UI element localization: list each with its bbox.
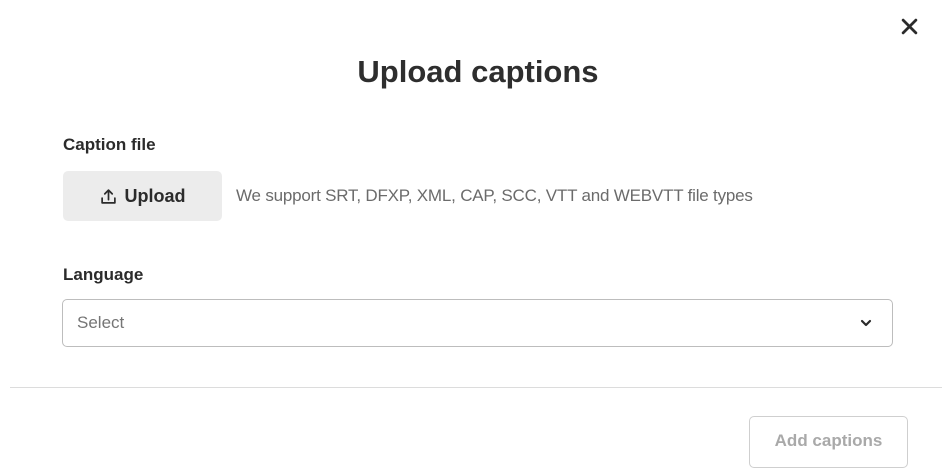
supported-file-types-hint: We support SRT, DFXP, XML, CAP, SCC, VTT… <box>236 186 753 205</box>
dialog-title: Upload captions <box>357 54 599 89</box>
upload-button[interactable]: Upload <box>63 171 222 221</box>
caption-file-row: Upload We support SRT, DFXP, XML, CAP, S… <box>63 171 753 221</box>
add-captions-button[interactable]: Add captions <box>749 416 908 468</box>
footer-divider <box>10 387 942 388</box>
upload-icon <box>100 188 116 204</box>
language-select-placeholder: Select <box>77 313 125 332</box>
close-button[interactable] <box>893 10 925 42</box>
language-select[interactable]: Select <box>62 299 893 347</box>
upload-button-label: Upload <box>124 185 186 206</box>
language-label: Language <box>63 265 144 284</box>
upload-captions-dialog: Upload captions Caption file Upload We s… <box>0 0 942 468</box>
caption-file-label: Caption file <box>63 135 156 154</box>
close-icon <box>901 18 917 34</box>
chevron-down-icon <box>860 319 872 327</box>
